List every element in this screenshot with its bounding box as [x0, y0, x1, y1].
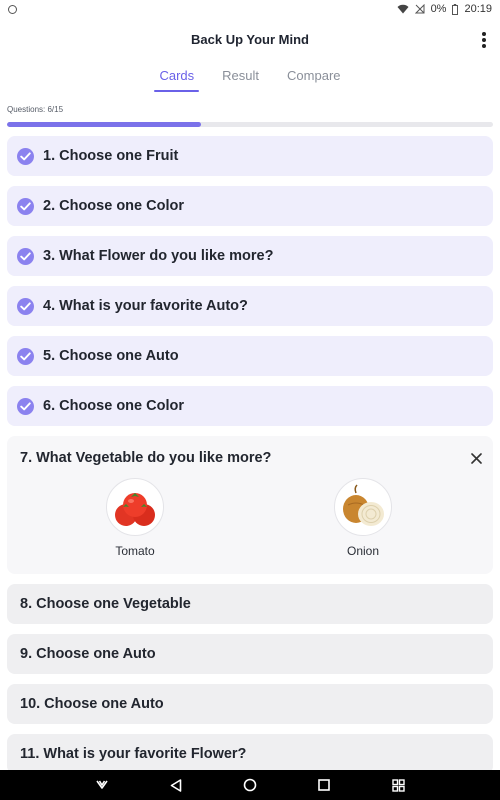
question-card-10[interactable]: 10. Choose one Auto: [7, 684, 493, 724]
option-label: Tomato: [115, 544, 155, 558]
app-title: Back Up Your Mind: [191, 31, 309, 47]
checkmark-icon: [17, 397, 34, 415]
battery-icon: [452, 3, 459, 15]
question-title: 9. Choose one Auto: [20, 646, 156, 662]
wifi-icon: [397, 4, 409, 14]
question-card-7: 7. What Vegetable do you like more? Toma…: [7, 436, 493, 574]
question-title: 5. Choose one Auto: [43, 348, 179, 364]
answer-options: Tomato Onion: [20, 478, 480, 558]
onion-icon: [334, 478, 392, 536]
tomato-icon: [106, 478, 164, 536]
question-title: 4. What is your favorite Auto?: [43, 298, 248, 314]
battery-percent: 0%: [430, 3, 447, 15]
question-list: 1. Choose one Fruit 2. Choose one Color …: [7, 136, 493, 784]
question-card-1[interactable]: 1. Choose one Fruit: [7, 136, 493, 176]
question-card-8[interactable]: 8. Choose one Vegetable: [7, 584, 493, 624]
tab-cards[interactable]: Cards: [145, 60, 208, 92]
question-card-4[interactable]: 4. What is your favorite Auto?: [7, 286, 493, 326]
checkmark-icon: [17, 347, 34, 365]
question-title: 2. Choose one Color: [43, 198, 184, 214]
no-signal-icon: [414, 4, 425, 14]
home-icon[interactable]: [238, 773, 262, 797]
notification-dot-icon: [8, 4, 17, 14]
progress-label: Questions: 6/15: [7, 105, 64, 114]
question-title: 10. Choose one Auto: [20, 696, 164, 712]
question-title: 7. What Vegetable do you like more?: [20, 450, 272, 466]
question-card-6[interactable]: 6. Choose one Color: [7, 386, 493, 426]
question-title: 3. What Flower do you like more?: [43, 248, 274, 264]
back-icon[interactable]: [164, 773, 188, 797]
question-card-2[interactable]: 2. Choose one Color: [7, 186, 493, 226]
question-title: 11. What is your favorite Flower?: [20, 746, 247, 762]
app-bar: Back Up Your Mind: [0, 18, 500, 60]
question-card-11[interactable]: 11. What is your favorite Flower?: [7, 734, 493, 774]
option-tomato[interactable]: Tomato: [106, 478, 164, 558]
progress-bar-fill: [7, 122, 202, 127]
tab-result[interactable]: Result: [208, 60, 273, 92]
close-icon[interactable]: [467, 449, 485, 467]
recents-icon[interactable]: [312, 773, 336, 797]
question-title: 8. Choose one Vegetable: [20, 596, 191, 612]
status-bar: 0% 20:19: [0, 0, 500, 18]
question-title: 1. Choose one Fruit: [43, 148, 179, 164]
tab-bar: Cards Result Compare: [0, 60, 500, 92]
clock: 20:19: [464, 3, 492, 15]
progress-bar: [7, 122, 493, 127]
checkmark-icon: [17, 197, 34, 215]
system-nav-bar: [0, 770, 500, 800]
question-card-9[interactable]: 9. Choose one Auto: [7, 634, 493, 674]
checkmark-icon: [17, 247, 34, 265]
screenshot-icon[interactable]: [386, 773, 410, 797]
checkmark-icon: [17, 147, 34, 165]
question-card-5[interactable]: 5. Choose one Auto: [7, 336, 493, 376]
option-label: Onion: [346, 544, 380, 558]
keyboard-hide-icon[interactable]: [90, 773, 114, 797]
checkmark-icon: [17, 297, 34, 315]
question-card-3[interactable]: 3. What Flower do you like more?: [7, 236, 493, 276]
question-title: 6. Choose one Color: [43, 398, 184, 414]
tab-compare[interactable]: Compare: [273, 60, 354, 92]
more-options-icon[interactable]: [478, 30, 490, 50]
option-onion[interactable]: Onion: [334, 478, 392, 558]
